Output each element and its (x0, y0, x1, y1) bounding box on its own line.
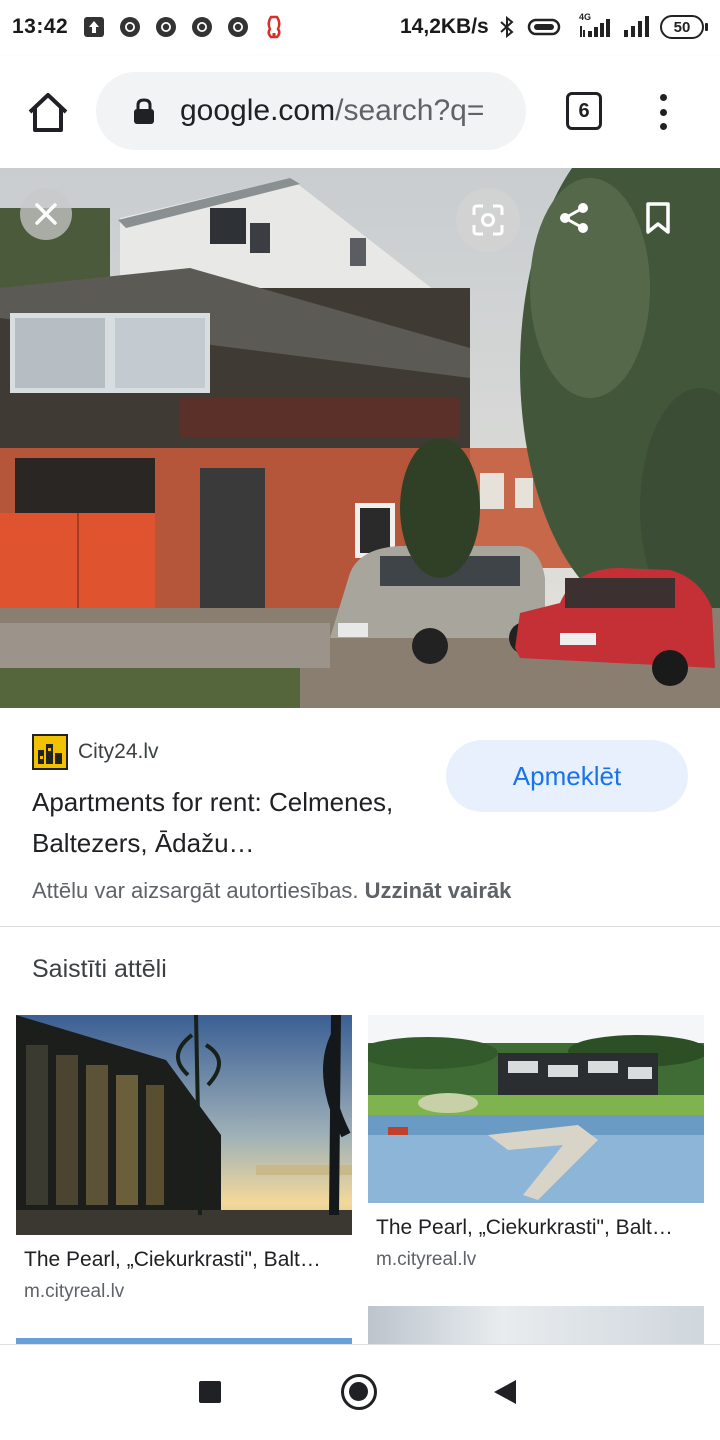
tab-switcher-button[interactable]: 6 (566, 92, 602, 130)
result-title[interactable]: Apartments for rent: Celmenes, Baltezers… (32, 782, 432, 864)
related-image-1[interactable] (16, 1015, 352, 1235)
url-path: /search?q= (335, 94, 485, 127)
close-button[interactable] (20, 188, 72, 240)
visit-button[interactable]: Apmeklēt (446, 740, 688, 812)
site-favicon (32, 734, 68, 770)
related-image-title-2[interactable]: The Pearl, „Ciekurkrasti", Balt… (376, 1216, 706, 1240)
recent-apps-button[interactable] (199, 1381, 221, 1403)
upload-notification-icon (83, 16, 105, 38)
vibrate-icon (526, 16, 562, 38)
back-button[interactable] (494, 1380, 516, 1404)
chrome-notification-icon (155, 16, 177, 38)
bluetooth-icon (496, 15, 518, 39)
share-icon (560, 203, 588, 233)
browser-toolbar: google.com/search?q= 6 (0, 56, 720, 168)
status-bar: 13:42 14,2KB/s 4G 50 (0, 0, 720, 56)
signal-icon (622, 13, 654, 39)
share-button[interactable] (548, 192, 600, 244)
chrome-notification-icon (119, 16, 141, 38)
related-image-source-2: m.cityreal.lv (376, 1249, 477, 1270)
related-image-4[interactable] (368, 1306, 704, 1344)
battery-level: 50 (660, 15, 704, 39)
chrome-notification-icon (227, 16, 249, 38)
home-icon (28, 93, 68, 132)
chrome-notification-icon (191, 16, 213, 38)
related-images-heading: Saistīti attēli (32, 955, 167, 983)
url-text[interactable]: google.com/search?q= (180, 94, 484, 128)
net-speed: 14,2KB/s (400, 15, 489, 38)
copyright-notice: Attēlu var aizsargāt autortiesības. Uzzi… (32, 878, 511, 904)
lens-icon (472, 204, 504, 236)
lens-search-button[interactable] (456, 188, 520, 252)
source-name[interactable]: City24.lv (78, 740, 159, 764)
url-host: google.com (180, 94, 336, 127)
battery-icon: 50 (660, 15, 710, 39)
lock-icon[interactable] (132, 97, 156, 125)
signal-4g-icon: 4G (578, 12, 618, 40)
save-button[interactable] (632, 192, 684, 244)
home-button[interactable] (26, 90, 70, 134)
learn-more-link[interactable]: Uzzināt vairāk (365, 878, 512, 903)
related-image-source-1: m.cityreal.lv (24, 1281, 125, 1302)
preview-image[interactable] (0, 168, 720, 708)
status-time: 13:42 (12, 15, 69, 38)
more-options-button[interactable] (650, 92, 676, 132)
related-image-2[interactable] (368, 1015, 704, 1203)
divider (0, 926, 720, 927)
alert-notification-icon (263, 15, 285, 39)
bookmark-icon (646, 202, 670, 234)
related-image-title-1[interactable]: The Pearl, „Ciekurkrasti", Balt… (24, 1248, 354, 1272)
nav-home-button[interactable] (341, 1374, 377, 1410)
copyright-text: Attēlu var aizsargāt autortiesības. (32, 878, 359, 903)
close-icon (35, 203, 57, 225)
